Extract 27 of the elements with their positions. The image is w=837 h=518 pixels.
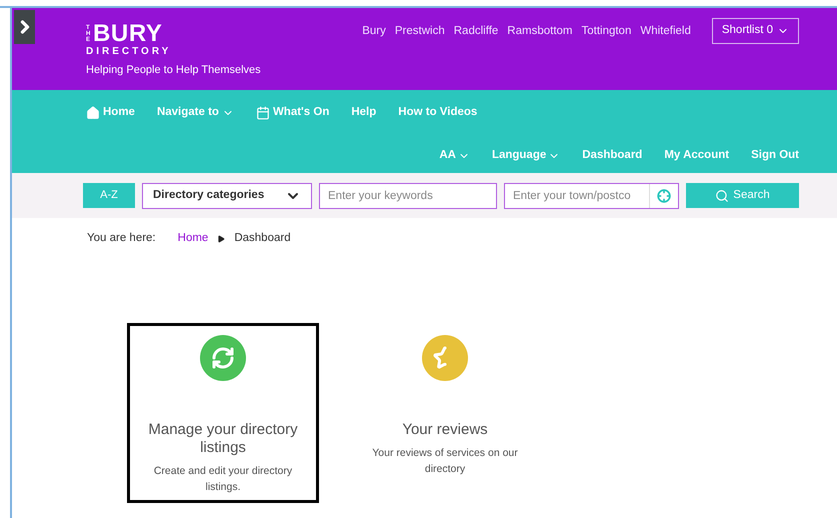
search-icon: [715, 188, 730, 202]
sidebar-toggle-button[interactable]: [14, 10, 35, 44]
dashboard-card[interactable]: Manage your directory listings Create and edit your directory listings.: [127, 323, 319, 504]
breadcrumb-link[interactable]: Dashboard: [234, 230, 291, 248]
town-link[interactable]: Whitefield: [640, 23, 691, 40]
town-link[interactable]: Prestwich: [394, 23, 445, 40]
triangle-right-icon: [217, 234, 226, 243]
card-description: Your reviews of services on our directory: [371, 446, 519, 478]
town-link[interactable]: Tottington: [581, 23, 632, 40]
logo-subtitle: DIRECTORY: [86, 47, 172, 57]
card-description: Create and edit your directory listings.: [152, 464, 294, 496]
category-dropdown[interactable]: Directory categories: [142, 182, 312, 208]
shortlist-button[interactable]: Shortlist 0: [712, 18, 799, 44]
tagline: Helping People to Help Themselves: [86, 63, 261, 78]
town-link[interactable]: Bury: [362, 23, 386, 40]
dashboard-card[interactable]: Your reviews Your reviews of services on our directory: [349, 323, 541, 504]
town-link[interactable]: Ramsbottom: [507, 23, 572, 40]
breadcrumb-label: You are here:: [87, 231, 156, 246]
location-field[interactable]: Enter your town/postco: [504, 182, 679, 208]
keywords-field[interactable]: Enter your keywords: [319, 182, 497, 208]
logo-name: BURY: [93, 22, 163, 46]
breadcrumb-link[interactable]: Home: [178, 230, 208, 248]
home-icon: [86, 106, 100, 120]
calendar-icon: [256, 106, 270, 120]
town-link[interactable]: Radcliffe: [454, 23, 498, 40]
card-title: Your reviews: [401, 421, 489, 440]
card-title: Manage your directory listings: [147, 421, 299, 458]
